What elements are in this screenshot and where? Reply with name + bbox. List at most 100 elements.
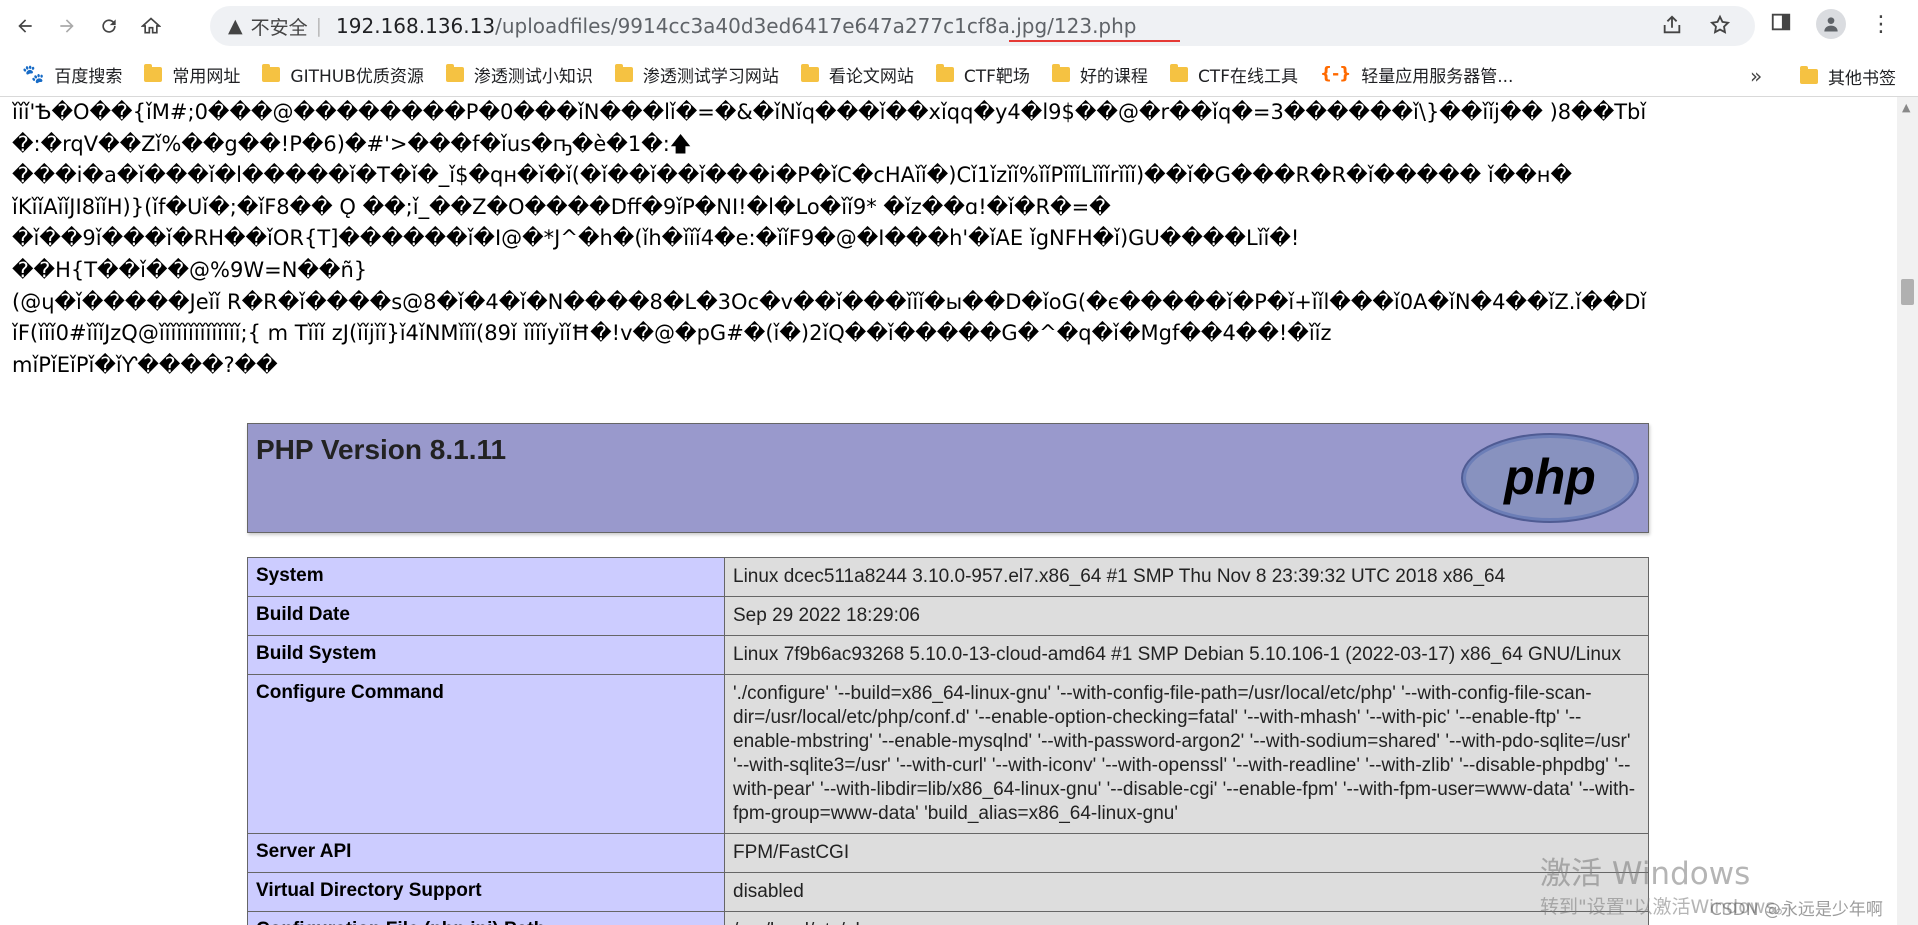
garbled-line: ǐǐǐ'Ѣ�O��{ǐM#;0���@��������P�0���ǐN���lǐ…	[12, 100, 1647, 124]
table-row: System Linux dcec511a8244 3.10.0-957.el7.…	[247, 557, 1649, 597]
garbled-line: ǐKǐǐAǐǐJI8ǐǐH)}(ǐf�Uǐ�;�ǐF8�� Ǫ ��;ǐ_��Z…	[12, 194, 1111, 219]
bookmark-label: 常用网址	[172, 66, 241, 87]
bookmark-folder[interactable]: GITHUB优质资源	[262, 62, 424, 87]
security-label: 不安全	[250, 16, 308, 39]
row-value: FPM/FastCGI	[724, 833, 1649, 873]
garbled-line: �:�rqV��Zǐ%��g��!P�6)�#'>���f�ǐus�ҧ�è�1�…	[12, 131, 692, 156]
row-key: System	[247, 557, 725, 597]
row-value: disabled	[724, 872, 1649, 912]
row-value: Linux 7f9b6ac93268 5.10.0-13-cloud-amd64…	[724, 635, 1649, 675]
url-text[interactable]: 192.168.136.13/uploadfiles/9914cc3a40d3e…	[336, 14, 1136, 38]
side-panel-icon[interactable]	[1770, 11, 1792, 37]
row-key: Server API	[247, 833, 725, 873]
bookmark-label: GITHUB优质资源	[290, 66, 424, 87]
home-icon	[141, 17, 161, 34]
csdn-watermark: CSDN @永远是少年啊	[1710, 900, 1883, 920]
bookmark-label: 看论文网站	[828, 66, 914, 87]
vertical-scrollbar[interactable]: ▲	[1897, 97, 1918, 925]
arrow-right-icon	[60, 19, 74, 33]
php-logo-icon: php	[1461, 433, 1639, 523]
windows-activation-title: 激活 Windows	[1540, 856, 1751, 892]
forward-button[interactable]	[50, 9, 84, 43]
row-value: Sep 29 2022 18:29:06	[724, 596, 1649, 636]
bookmark-aliyun[interactable]: {-} 轻量应用服务器管...	[1320, 62, 1513, 87]
folder-icon	[614, 63, 633, 82]
php-version-title: PHP Version 8.1.11	[256, 434, 507, 465]
address-bar[interactable]: ▲ 不安全 | 192.168.136.13/uploadfiles/9914c…	[210, 6, 1755, 46]
person-icon	[1824, 17, 1838, 32]
bookmark-label: CTF靶场	[963, 66, 1030, 87]
home-button[interactable]	[134, 9, 168, 43]
security-indicator[interactable]: ▲ 不安全 |	[228, 13, 322, 40]
folder-icon	[262, 63, 281, 82]
table-row: Build System Linux 7f9b6ac93268 5.10.0-13…	[247, 635, 1649, 675]
bookmark-label: 轻量应用服务器管...	[1361, 66, 1514, 87]
bookmark-folder[interactable]: 常用网址	[144, 62, 240, 87]
scrollbar-thumb[interactable]	[1901, 279, 1914, 305]
bookmark-folder[interactable]: 渗透测试学习网站	[614, 62, 779, 87]
folder-icon	[935, 63, 954, 82]
baidu-icon: 🐾	[22, 63, 45, 85]
url-path: /uploadfiles/9914cc3a40d3ed6417e647a277c…	[495, 14, 1137, 38]
garbled-binary-output: ǐǐǐ'Ѣ�O��{ǐM#;0���@��������P�0���ǐN���lǐ…	[12, 97, 1892, 381]
folder-icon	[800, 63, 819, 82]
bookmark-label: 渗透测试小知识	[473, 66, 593, 87]
garbled-line: ǐF(ǐǐǐ0#ǐǐǐJzQ@ǐǐǐǐǐǐǐǐǐǐǐǐǐǐ;{ m Tǐǐǐ z…	[12, 321, 1332, 346]
share-icon[interactable]	[1661, 14, 1683, 40]
other-bookmarks-label: 其他书签	[1828, 69, 1896, 89]
row-value: './configure' '--build=x86_64-linux-gnu'…	[724, 674, 1649, 834]
scroll-up-arrow-icon[interactable]: ▲	[1902, 101, 1910, 114]
table-row: Server API FPM/FastCGI	[247, 833, 1649, 873]
bookmark-label: 百度搜索	[54, 66, 123, 87]
bookmark-label: CTF在线工具	[1197, 66, 1298, 87]
row-key: Build Date	[247, 596, 725, 636]
bookmarks-bar: 🐾 百度搜索 常用网址 GITHUB优质资源 渗透测试小知识 渗透测试学习网站 …	[0, 52, 1918, 97]
bookmark-folder[interactable]: 好的课程	[1051, 62, 1148, 87]
garbled-line: ��H{T��ǐ��@%9W=N��ñ}	[12, 257, 368, 282]
folder-icon	[1169, 63, 1188, 82]
back-button[interactable]	[8, 9, 42, 43]
garbled-line: mǐPǐEǐPǐ�ǐƳ����?��	[12, 352, 278, 377]
row-key: Configure Command	[247, 674, 725, 834]
profile-avatar[interactable]	[1816, 9, 1846, 39]
aliyun-icon: {-}	[1319, 64, 1352, 84]
url-annotation-underline	[1009, 40, 1180, 42]
phpinfo-table: System Linux dcec511a8244 3.10.0-957.el7.…	[247, 557, 1649, 925]
bookmark-folder[interactable]: 看论文网站	[800, 62, 914, 87]
other-bookmarks[interactable]: 其他书签	[1800, 64, 1896, 89]
row-key: Virtual Directory Support	[247, 872, 725, 912]
bookmark-folder[interactable]: 渗透测试小知识	[445, 62, 593, 87]
garbled-line: (@ɥ�ǐ�����Jeǐǐ R�R�ǐ����s@8�ǐ�4�ǐ�N����8…	[12, 289, 1647, 314]
row-value: /usr/local/etc/php	[724, 911, 1649, 925]
row-key: Configuration File (php.ini) Path	[247, 911, 725, 925]
menu-icon[interactable]: ⋮	[1870, 12, 1892, 37]
reload-icon	[102, 19, 116, 33]
arrow-left-icon	[18, 19, 32, 33]
row-key: Build System	[247, 635, 725, 675]
browser-toolbar: ▲ 不安全 | 192.168.136.13/uploadfiles/9914c…	[0, 0, 1918, 52]
reload-button[interactable]	[92, 9, 126, 43]
table-row: Configuration File (php.ini) Path/usr/lo…	[247, 911, 1649, 925]
page-content: ǐǐǐ'Ѣ�O��{ǐM#;0���@��������P�0���ǐN���lǐ…	[0, 97, 1897, 925]
phpinfo-header: PHP Version 8.1.11 php	[247, 423, 1649, 533]
bookmark-baidu[interactable]: 🐾 百度搜索	[22, 62, 122, 87]
garbled-line: ���i�a�ǐ���ǐ�l�����ǐ�T�ǐ�_ǐ$�qн�ǐ�ǐ(�ǐ��…	[12, 163, 1573, 188]
row-value: Linux dcec511a8244 3.10.0-957.el7.x86_64…	[724, 557, 1649, 597]
folder-icon	[1051, 63, 1070, 82]
table-row: Configure Command './configure' '--build=…	[247, 674, 1649, 834]
garbled-line: �ǐ��9ǐ���ǐ�RH��ǐOR{T]������ǐ�I@�*J^�h�(ǐ…	[12, 226, 1300, 251]
star-icon[interactable]	[1709, 14, 1731, 40]
folder-icon	[445, 63, 464, 82]
table-row: Virtual Directory Support disabled	[247, 872, 1649, 912]
folder-icon	[144, 63, 163, 82]
svg-text:php: php	[1502, 449, 1596, 505]
bookmark-label: 好的课程	[1079, 66, 1148, 87]
folder-icon	[1800, 66, 1818, 84]
warning-icon: ▲	[228, 15, 243, 37]
table-row: Build Date Sep 29 2022 18:29:06	[247, 596, 1649, 636]
bookmark-folder[interactable]: CTF靶场	[935, 62, 1030, 87]
bookmarks-overflow-button[interactable]: »	[1750, 64, 1762, 88]
url-host: 192.168.136.13	[336, 14, 496, 38]
bookmark-label: 渗透测试学习网站	[642, 66, 779, 87]
bookmark-folder[interactable]: CTF在线工具	[1169, 62, 1298, 87]
